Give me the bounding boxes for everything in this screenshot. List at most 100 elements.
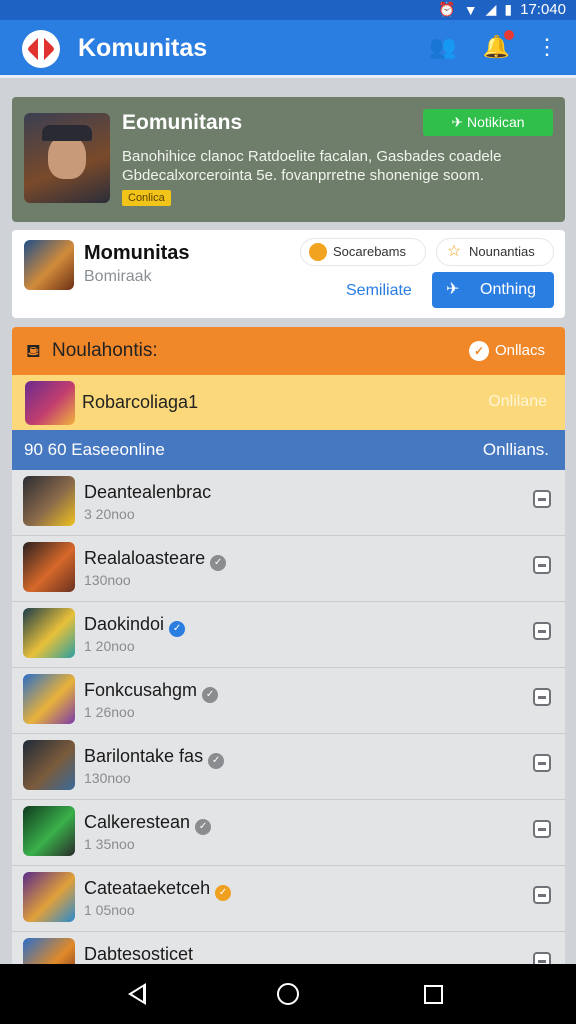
list-item[interactable]: Deantealenbrac 3 20noo [12, 470, 565, 536]
list-item[interactable]: Barilontake fas ✓ 130noo [12, 734, 565, 800]
app-title: Komunitas [78, 34, 208, 62]
online-count: 90 60 Easeeonline [24, 440, 165, 459]
community-icon-image [24, 240, 74, 290]
game-icon [23, 938, 75, 964]
notification-icon[interactable]: 🔔 [483, 30, 514, 60]
list-item-title: Fonkcusahgm [84, 680, 198, 700]
community-title: Momunitas [84, 242, 190, 264]
back-icon[interactable] [128, 983, 146, 1005]
list-item-name: Calkerestean ✓ [84, 812, 212, 835]
game-icon [23, 542, 75, 592]
list-item-title: Dabtesosticet [84, 944, 194, 964]
join-icon[interactable] [533, 490, 551, 508]
clock: 17:040 [520, 1, 566, 18]
hero-tag[interactable]: Conlica [122, 190, 171, 206]
game-icon [23, 608, 75, 658]
game-icon [23, 872, 75, 922]
pill-nounantias[interactable]: ☆ Nounantias [436, 238, 554, 266]
pill-label: Nounantias [469, 244, 535, 259]
notification-button[interactable]: ✈ Notikican [423, 109, 553, 136]
verified-icon: ✓ [210, 555, 227, 571]
onthing-button[interactable]: ✈ Onthing [432, 272, 554, 308]
list-item-name: Barilontake fas ✓ [84, 746, 225, 769]
battery-icon: ▮ [504, 1, 513, 17]
join-icon[interactable] [533, 952, 551, 964]
community-icon[interactable]: 👥 [429, 34, 456, 60]
list-item-name: Realaloasteare ✓ [84, 548, 227, 571]
list-item-members: 1 05noo [84, 902, 135, 918]
list-item-title: Cateataeketceh [84, 878, 211, 898]
list-item[interactable]: Cateataeketceh ✓ 1 05noo [12, 866, 565, 932]
list-item-name: Deantealenbrac [84, 482, 211, 503]
section-online-status[interactable]: ✓ Onllacs [468, 341, 545, 361]
community-list: Deantealenbrac 3 20noo Realaloasteare ✓ 130n… [12, 470, 565, 964]
list-item-title: Barilontake fas [84, 746, 204, 766]
community-card: Momunitas Bomiraak Socarebams ☆ Nounanti… [12, 230, 565, 318]
pill-label: Socarebams [333, 244, 406, 259]
list-item-members: 3 20noo [84, 506, 135, 522]
section-header: ⛾ Noulahontis: ✓ Onllacs [12, 327, 565, 375]
status-bar: ⏰ ▼ ◢ ▮ 17:040 [0, 0, 576, 20]
app-bar: Komunitas 👥 🔔 ⋮ [0, 20, 576, 78]
list-item-name: Daokindoi ✓ [84, 614, 186, 637]
game-icon [23, 674, 75, 724]
onthing-button-label: Onthing [480, 281, 537, 298]
list-item-title: Daokindoi [84, 614, 165, 634]
section-online-label: Onllacs [494, 342, 545, 359]
list-item-members: 1 26noo [84, 704, 135, 720]
semiliate-link[interactable]: Semiliate [346, 282, 412, 300]
signal-icon: ◢ [485, 1, 497, 17]
list-item[interactable]: Dabtesosticet [12, 932, 565, 964]
more-vert-icon[interactable]: ⋮ [536, 34, 558, 60]
box-icon: ⛾ [26, 341, 41, 361]
recents-icon[interactable] [424, 985, 443, 1004]
online-label[interactable]: Onllians. [483, 440, 549, 460]
join-icon[interactable] [533, 556, 551, 574]
list-item-members: 130noo [84, 770, 131, 786]
notification-dot [504, 30, 514, 40]
hero-banner: Eomunitans ✈ Notikican Banohihice clanoc… [12, 97, 565, 222]
home-icon[interactable] [277, 983, 299, 1005]
verified-icon: ✓ [215, 885, 232, 901]
list-item[interactable]: Daokindoi ✓ 1 20noo [12, 602, 565, 668]
list-item-name: Fonkcusahgm ✓ [84, 680, 219, 703]
list-item-title: Deantealenbrac [84, 482, 212, 502]
online-bar: 90 60 Easeeonline Onllians. [12, 430, 565, 470]
game-icon [23, 740, 75, 790]
alarm-icon: ⏰ [438, 1, 456, 17]
join-icon[interactable] [533, 886, 551, 904]
system-nav-bar [0, 964, 576, 1024]
list-item[interactable]: Calkerestean ✓ 1 35noo [12, 800, 565, 866]
app-logo-icon [22, 30, 60, 68]
notification-button-label: Notikican [467, 114, 525, 130]
featured-title: Robarcoliaga1 [82, 392, 199, 412]
hero-avatar [24, 113, 110, 203]
star-icon: ☆ [446, 243, 462, 260]
featured-row[interactable]: Robarcoliaga1 Onlilane [12, 375, 565, 430]
list-item[interactable]: Realaloasteare ✓ 130noo [12, 536, 565, 602]
list-item-name: Dabtesosticet [84, 944, 193, 964]
join-icon[interactable] [533, 820, 551, 838]
hero-description: Banohihice clanoc Ratdoelite facalan, Ga… [122, 148, 502, 184]
list-item[interactable]: Fonkcusahgm ✓ 1 26noo [12, 668, 565, 734]
featured-game-icon [25, 381, 75, 425]
join-icon[interactable] [533, 688, 551, 706]
game-icon [23, 806, 75, 856]
pill-socarebams[interactable]: Socarebams [300, 238, 426, 266]
list-item-title: Calkerestean [84, 812, 191, 832]
list-item-members: 1 20noo [84, 638, 135, 654]
community-subtitle: Bomiraak [84, 268, 152, 285]
list-item-name: Cateataeketceh ✓ [84, 878, 232, 901]
verified-icon: ✓ [169, 621, 186, 637]
join-icon[interactable] [533, 754, 551, 772]
game-icon [23, 476, 75, 526]
verified-icon: ✓ [208, 753, 225, 769]
list-item-title: Realaloasteare [84, 548, 206, 568]
plane-icon: ✈ [446, 281, 460, 298]
shield-icon: ✓ [468, 341, 489, 361]
verified-icon: ✓ [202, 687, 219, 703]
section-title: Noulahontis: [52, 340, 158, 361]
join-icon[interactable] [533, 622, 551, 640]
verified-icon: ✓ [195, 819, 212, 835]
list-item-members: 130noo [84, 572, 131, 588]
